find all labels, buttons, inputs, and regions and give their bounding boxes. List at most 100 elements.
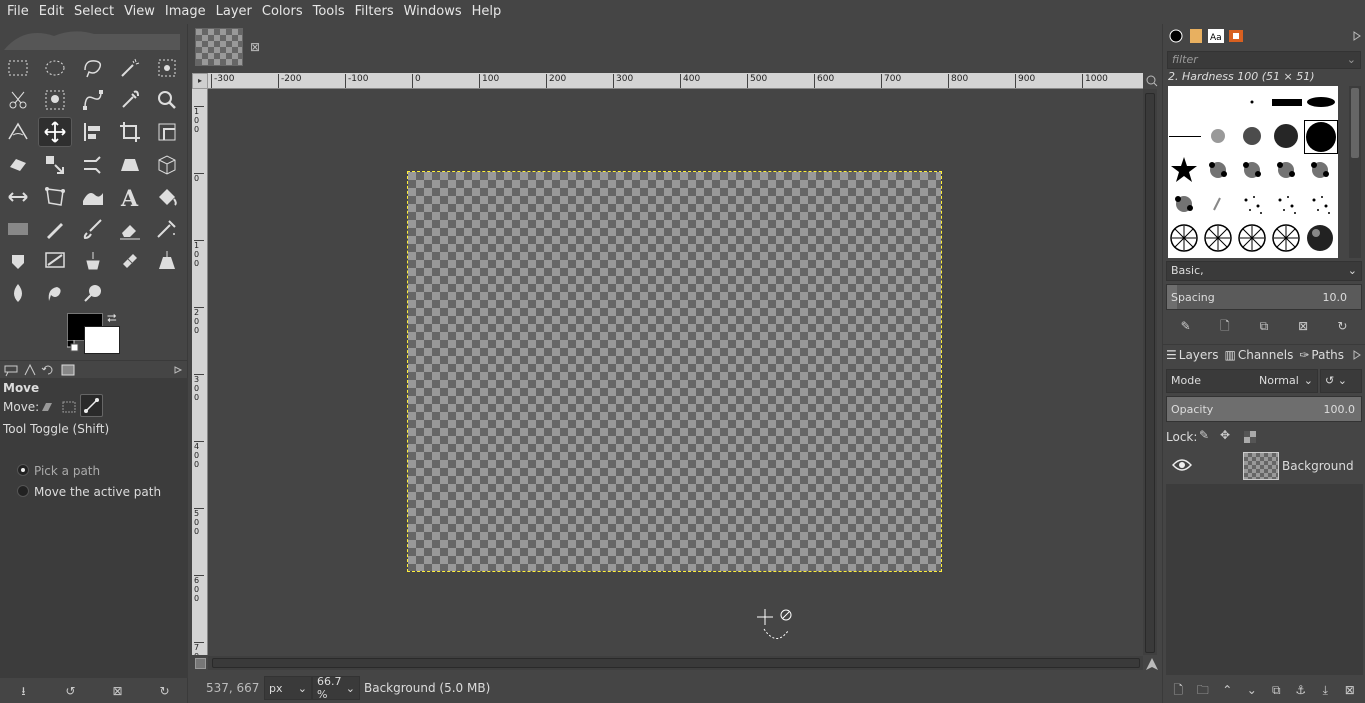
images-tab-icon[interactable] bbox=[60, 363, 76, 377]
reset-options-icon[interactable]: ↻ bbox=[155, 681, 175, 701]
tool-perspective[interactable] bbox=[113, 150, 147, 180]
brush-spray[interactable] bbox=[1304, 188, 1338, 222]
brush-soft-s[interactable] bbox=[1202, 120, 1236, 154]
tool-cage-transform[interactable] bbox=[38, 182, 72, 212]
move-active-path-radio[interactable] bbox=[17, 485, 29, 497]
tool-paths[interactable] bbox=[76, 85, 110, 115]
menu-file[interactable]: File bbox=[2, 0, 34, 24]
restore-options-icon[interactable]: ↺ bbox=[61, 681, 81, 701]
duplicate-brush-icon[interactable]: ⧉ bbox=[1255, 317, 1273, 335]
layer-mode-select[interactable]: Mode Normal ⌄ bbox=[1166, 369, 1318, 393]
brush-scrollbar[interactable] bbox=[1349, 86, 1361, 258]
raise-layer-icon[interactable]: ⌃ bbox=[1218, 681, 1236, 699]
brush-hardness-100[interactable] bbox=[1304, 120, 1338, 154]
move-path-button[interactable] bbox=[80, 394, 103, 417]
tab-layers[interactable]: ☰ Layers bbox=[1163, 348, 1221, 362]
configure-tab-icon[interactable] bbox=[1349, 28, 1365, 44]
tool-ellipse-select[interactable] bbox=[38, 53, 72, 83]
delete-options-icon[interactable]: ⊠ bbox=[108, 681, 128, 701]
brush-splat[interactable] bbox=[1168, 188, 1202, 222]
menu-help[interactable]: Help bbox=[467, 0, 507, 24]
undo-history-tab-icon[interactable] bbox=[40, 363, 56, 377]
tool-pencil[interactable] bbox=[38, 214, 72, 244]
brush-line[interactable] bbox=[1168, 120, 1202, 154]
brush-web[interactable] bbox=[1202, 222, 1236, 256]
tool-flip[interactable] bbox=[1, 182, 35, 212]
brush-tag-combo[interactable]: Basic, ⌄ bbox=[1166, 261, 1362, 281]
default-colors-icon[interactable] bbox=[67, 340, 79, 352]
move-layer-icon[interactable] bbox=[40, 400, 54, 414]
brush-dot[interactable] bbox=[1236, 86, 1270, 120]
swap-colors-icon[interactable]: ⮂ bbox=[107, 311, 117, 326]
tool-measure[interactable] bbox=[1, 117, 35, 147]
tool-dodge-burn[interactable] bbox=[76, 278, 110, 308]
brush-splat[interactable] bbox=[1236, 154, 1270, 188]
menu-edit[interactable]: Edit bbox=[34, 0, 69, 24]
layer-mode-reset[interactable]: ↺ ⌄ bbox=[1320, 369, 1362, 393]
pick-path-radio[interactable] bbox=[17, 464, 29, 476]
tab-paths[interactable]: ✑ Paths bbox=[1296, 348, 1347, 362]
tool-text[interactable]: A bbox=[113, 182, 147, 212]
background-color-swatch[interactable] bbox=[84, 326, 120, 354]
configure-tab-icon[interactable] bbox=[170, 363, 186, 377]
tool-mypaint-brush[interactable] bbox=[38, 246, 72, 276]
menu-tools[interactable]: Tools bbox=[308, 0, 350, 24]
tool-3d-transform[interactable] bbox=[150, 150, 184, 180]
new-layer-group-icon[interactable]: 🗀 bbox=[1194, 681, 1212, 699]
brush-bar[interactable] bbox=[1270, 86, 1304, 120]
brush-splat[interactable] bbox=[1270, 154, 1304, 188]
move-selection-icon[interactable] bbox=[62, 400, 76, 414]
tool-scale[interactable] bbox=[38, 150, 72, 180]
menu-image[interactable]: Image bbox=[160, 0, 211, 24]
brushes-tab-icon[interactable] bbox=[1168, 28, 1184, 44]
tool-select-by-color[interactable] bbox=[150, 53, 184, 83]
canvas-area[interactable] bbox=[208, 89, 1143, 655]
tool-unified-transform[interactable] bbox=[150, 117, 184, 147]
brush-grid[interactable] bbox=[1168, 86, 1338, 258]
tool-clone[interactable] bbox=[76, 246, 110, 276]
tool-options-tab-icon[interactable] bbox=[3, 363, 19, 377]
device-status-tab-icon[interactable] bbox=[22, 363, 38, 377]
new-layer-icon[interactable]: 🗋 bbox=[1169, 681, 1187, 699]
image-tab-thumbnail[interactable] bbox=[195, 28, 243, 66]
tool-bucket-fill[interactable] bbox=[150, 182, 184, 212]
layer-row[interactable]: Background bbox=[1166, 450, 1363, 484]
tool-blur[interactable] bbox=[1, 278, 35, 308]
duplicate-layer-icon[interactable]: ⧉ bbox=[1267, 681, 1285, 699]
horizontal-scrollbar[interactable] bbox=[208, 656, 1143, 670]
lock-position-icon[interactable]: ✥ bbox=[1220, 428, 1230, 442]
anchor-layer-icon[interactable]: ⚓ bbox=[1292, 681, 1310, 699]
brush-streak[interactable] bbox=[1202, 188, 1236, 222]
brush-ball[interactable] bbox=[1304, 222, 1338, 256]
tool-airbrush[interactable] bbox=[150, 214, 184, 244]
brush-oval[interactable] bbox=[1304, 86, 1338, 120]
brush-web[interactable] bbox=[1270, 222, 1304, 256]
edit-brush-icon[interactable]: ✎ bbox=[1177, 317, 1195, 335]
tab-channels[interactable]: ▥ Channels bbox=[1221, 348, 1296, 362]
opacity-slider[interactable]: Opacity 100.0 bbox=[1166, 396, 1362, 422]
navigate-icon[interactable] bbox=[1146, 658, 1158, 670]
tool-color-picker[interactable] bbox=[113, 85, 147, 115]
menu-select[interactable]: Select bbox=[69, 0, 119, 24]
refresh-brushes-icon[interactable]: ↻ bbox=[1333, 317, 1351, 335]
new-brush-icon[interactable]: 🗋 bbox=[1216, 317, 1234, 335]
brush-splat[interactable] bbox=[1304, 154, 1338, 188]
unit-select[interactable]: px ⌄ bbox=[264, 676, 312, 700]
tool-move[interactable] bbox=[38, 117, 73, 148]
brush-web[interactable] bbox=[1168, 222, 1202, 256]
brush-empty[interactable] bbox=[1168, 86, 1202, 120]
menu-layer[interactable]: Layer bbox=[211, 0, 257, 24]
horizontal-ruler[interactable]: -300 -200 -100 0 100 200 300 400 500 600 700 800 900… bbox=[208, 73, 1143, 89]
lock-alpha-icon[interactable] bbox=[1244, 431, 1256, 443]
zoom-fit-icon[interactable] bbox=[1146, 75, 1158, 87]
tool-heal[interactable] bbox=[113, 246, 147, 276]
delete-layer-icon[interactable]: ⊠ bbox=[1341, 681, 1359, 699]
eye-icon[interactable] bbox=[1172, 458, 1192, 472]
tool-warp-transform[interactable] bbox=[76, 182, 110, 212]
brush-hard-l[interactable] bbox=[1270, 120, 1304, 154]
brush-spray[interactable] bbox=[1270, 188, 1304, 222]
brush-empty[interactable] bbox=[1202, 86, 1236, 120]
menu-view[interactable]: View bbox=[119, 0, 160, 24]
menu-filters[interactable]: Filters bbox=[350, 0, 399, 24]
tool-shear[interactable] bbox=[76, 150, 110, 180]
